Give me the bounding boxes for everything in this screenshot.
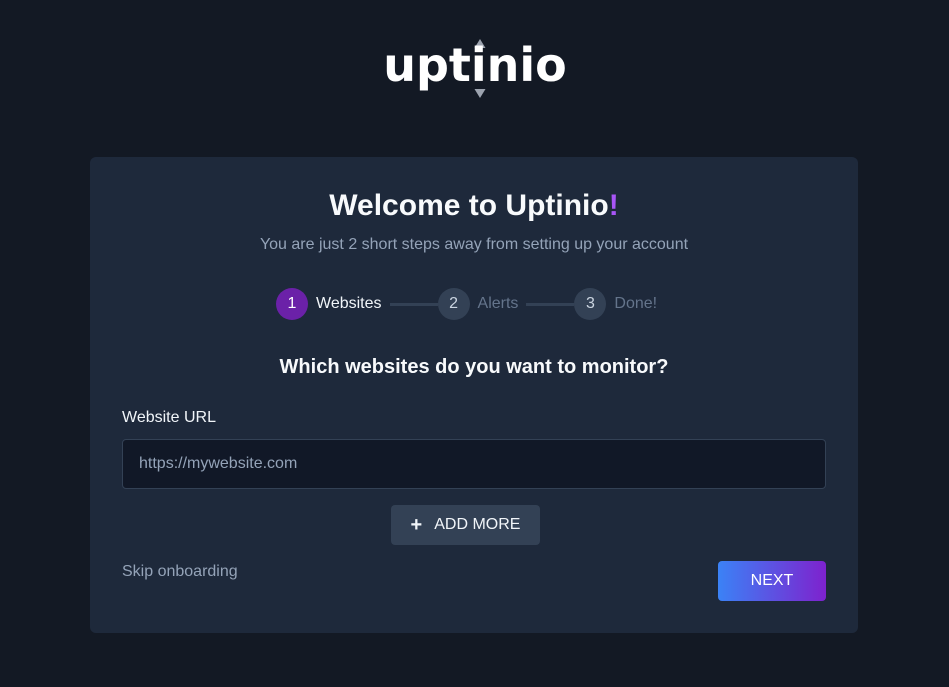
website-url-input[interactable] [122, 439, 826, 489]
logo-graphic: uptinio [383, 38, 567, 98]
step-number: 1 [276, 288, 308, 320]
website-url-label: Website URL [122, 409, 216, 426]
page-title-accent: ! [608, 189, 619, 222]
onboarding-stepper: 1 Websites 2 Alerts 3 Done! [276, 288, 657, 320]
step-connector [389, 302, 438, 306]
step-websites: 1 Websites [276, 288, 382, 320]
step-label: Done! [614, 295, 658, 312]
step-label: Alerts [477, 295, 519, 312]
step-done: 3 Done! [574, 288, 657, 320]
add-more-label: ADD MORE [434, 516, 521, 533]
step-alerts: 2 Alerts [437, 288, 519, 320]
step-connector [526, 302, 575, 306]
next-button[interactable]: NEXT [718, 561, 826, 601]
uptinio-logo: uptinio [0, 36, 949, 100]
step-label: Websites [316, 295, 382, 312]
skip-onboarding-link[interactable]: Skip onboarding [122, 563, 238, 581]
logo-wordmark: uptinio [383, 38, 567, 92]
page-title: Welcome to Uptinio! [90, 189, 858, 223]
step-number: 3 [574, 288, 607, 320]
add-more-button[interactable]: + ADD MORE [391, 505, 540, 545]
page-title-text: Welcome to Uptinio [329, 189, 609, 222]
form-question: Which websites do you want to monitor? [279, 356, 669, 378]
step-number: 2 [437, 288, 470, 320]
plus-icon: + [410, 514, 423, 536]
onboarding-card: Welcome to Uptinio! You are just 2 short… [90, 157, 858, 633]
page-subtitle: You are just 2 short steps away from set… [259, 236, 689, 253]
